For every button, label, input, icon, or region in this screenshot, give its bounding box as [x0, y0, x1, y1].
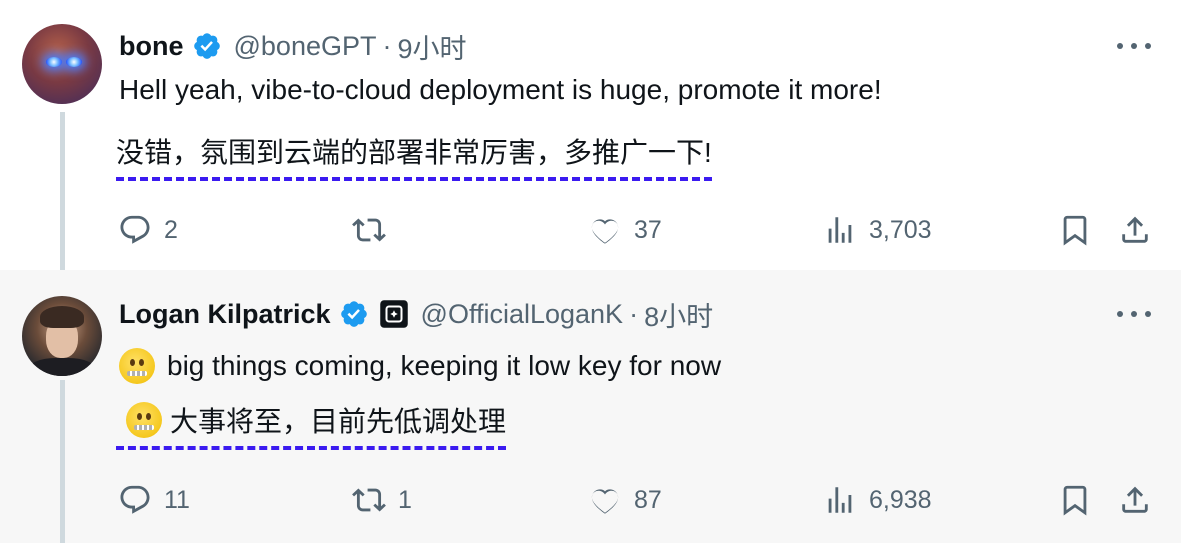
- verified-badge-icon[interactable]: [339, 299, 369, 329]
- timestamp[interactable]: 8小时: [644, 295, 713, 334]
- tweet-bone[interactable]: bone @boneGPT · 9小时 Hell yeah, vibe-to-c…: [0, 0, 1181, 270]
- heart-icon: [591, 219, 619, 244]
- retweet-button[interactable]: [352, 210, 398, 250]
- bookmark-icon: [1063, 215, 1087, 246]
- share-button[interactable]: [1118, 480, 1152, 520]
- reply-icon: [120, 215, 150, 244]
- affiliate-badge-icon[interactable]: [379, 299, 409, 329]
- like-count: 37: [634, 215, 662, 244]
- tweet-text: Hell yeah, vibe-to-cloud deployment is h…: [119, 74, 882, 105]
- translation-content: 大事将至，目前先低调处理: [170, 406, 507, 437]
- timestamp[interactable]: 9小时: [397, 27, 466, 66]
- action-bar: 11 1 87 6,938: [0, 480, 1181, 520]
- avatar-hair: [40, 306, 84, 328]
- retweet-icon: [352, 488, 386, 512]
- tweet-text: big things coming, keeping it low key fo…: [119, 348, 721, 384]
- views-count: 6,938: [869, 485, 932, 514]
- avatar-bone[interactable]: [22, 24, 102, 104]
- author-handle[interactable]: @OfficialLoganK: [421, 299, 624, 330]
- heart-icon: [591, 489, 619, 514]
- views-count: 3,703: [869, 215, 932, 244]
- translation-text: 大事将至，目前先低调处理: [116, 400, 507, 450]
- share-button[interactable]: [1118, 210, 1152, 250]
- tweet-text-content: big things coming, keeping it low key fo…: [167, 350, 722, 381]
- reply-count: 2: [164, 215, 178, 244]
- glowing-eye-left: [46, 57, 62, 67]
- zipper-mouth-face-emoji: [119, 348, 155, 384]
- share-icon: [1122, 486, 1148, 513]
- like-button[interactable]: 87: [588, 480, 662, 520]
- tweet-logan[interactable]: Logan Kilpatrick @OfficialLoganK · 8小时 b…: [0, 270, 1181, 543]
- retweet-button[interactable]: 1: [352, 480, 412, 520]
- more-icon[interactable]: [1117, 307, 1151, 321]
- bookmark-button[interactable]: [1058, 480, 1092, 520]
- retweet-count: 1: [398, 485, 412, 514]
- separator-dot: ·: [629, 298, 639, 329]
- action-bar: 2 37 3,703: [0, 210, 1181, 250]
- like-count: 87: [634, 485, 662, 514]
- more-icon[interactable]: [1117, 39, 1151, 53]
- translation-text: 没错，氛围到云端的部署非常厉害，多推广一下!: [116, 131, 712, 181]
- bookmark-button[interactable]: [1058, 210, 1092, 250]
- retweet-icon: [352, 218, 386, 242]
- avatar-logan[interactable]: [22, 296, 102, 376]
- author-name[interactable]: Logan Kilpatrick: [119, 299, 331, 330]
- views-icon: [828, 487, 852, 513]
- avatar-shirt: [28, 358, 96, 376]
- separator-dot: ·: [382, 30, 392, 61]
- share-icon: [1122, 216, 1148, 243]
- reply-button[interactable]: 2: [118, 210, 178, 250]
- author-handle[interactable]: @boneGPT: [234, 31, 377, 62]
- author-name[interactable]: bone: [119, 31, 184, 62]
- views-button[interactable]: 3,703: [823, 210, 932, 250]
- reply-button[interactable]: 11: [118, 480, 190, 520]
- views-icon: [828, 217, 852, 243]
- tweet-header: Logan Kilpatrick @OfficialLoganK · 8小时: [119, 298, 713, 332]
- reply-count: 11: [164, 485, 190, 514]
- reply-icon: [120, 485, 150, 514]
- translation-content: 没错，氛围到云端的部署非常厉害，多推广一下!: [116, 137, 712, 168]
- tweet-header: bone @boneGPT · 9小时: [119, 30, 467, 64]
- views-button[interactable]: 6,938: [823, 480, 932, 520]
- zipper-mouth-face-emoji: [126, 402, 162, 438]
- verified-badge-icon[interactable]: [192, 31, 222, 61]
- bookmark-icon: [1063, 485, 1087, 516]
- like-button[interactable]: 37: [588, 210, 662, 250]
- glowing-eye-right: [66, 57, 82, 67]
